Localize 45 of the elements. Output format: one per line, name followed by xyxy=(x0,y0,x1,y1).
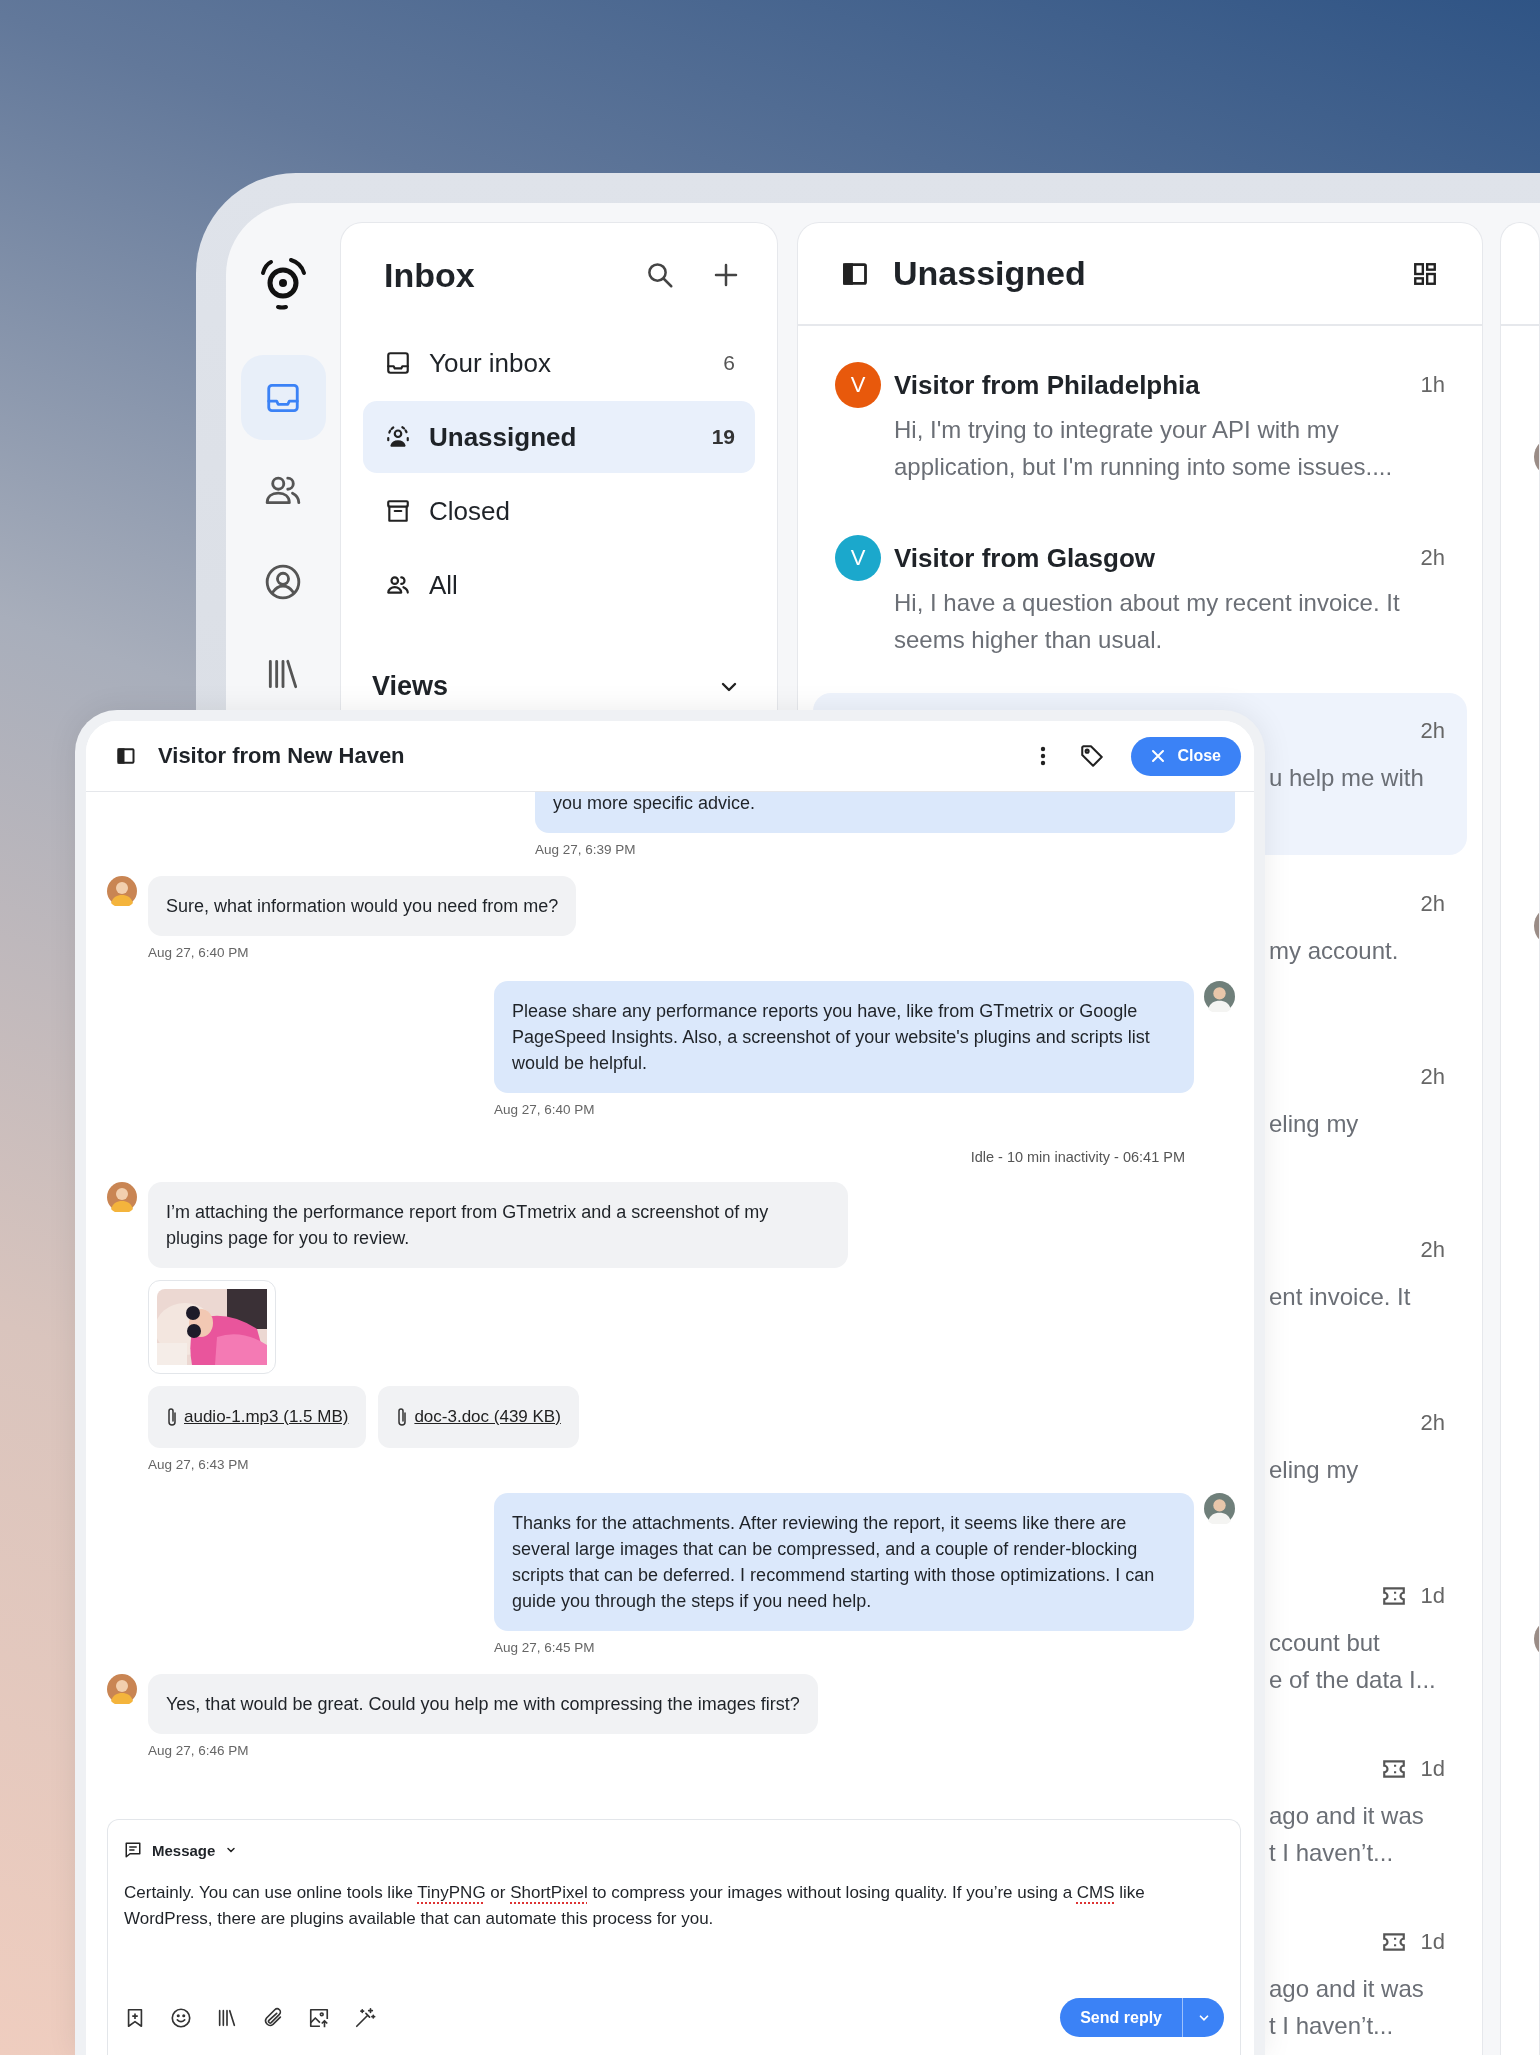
time-label: 2h xyxy=(1420,1237,1445,1263)
time-label: 2h xyxy=(1420,545,1445,571)
message-preview: t I haven’t... xyxy=(1269,2011,1395,2041)
timestamp: Aug 27, 6:46 PM xyxy=(148,1742,249,1760)
timestamp: Aug 27, 6:40 PM xyxy=(148,944,249,962)
message-bubble: Thanks for the attachments. After reviewing the report, it seems like there are several large images that can be compressed, and a couple of render-blocking scripts that can be deferred. I recommend starting with those optimizations. I can guide you through the steps if you need help. xyxy=(494,1493,1194,1631)
message-preview: Hi, I have a question about my recent invoice. It seems higher than usual. xyxy=(894,588,1401,655)
message-preview: ccount but xyxy=(1269,1628,1381,1658)
time-label: 1d xyxy=(1420,1756,1445,1782)
message-preview: ent invoice. It xyxy=(1269,1282,1412,1312)
panel-title: Unassigned xyxy=(893,254,1087,293)
timestamp: Aug 27, 6:43 PM xyxy=(148,1456,249,1474)
panel-title: Inbox xyxy=(384,255,476,295)
message-bubble: I’m attaching the performance report from GTmetrix and a screenshot of my plugins page for you to review. xyxy=(148,1182,848,1268)
message-preview: my account. xyxy=(1269,936,1400,966)
time-label: 2h xyxy=(1420,718,1445,744)
timestamp: Aug 27, 6:40 PM xyxy=(494,1101,595,1119)
timestamp: Aug 27, 6:39 PM xyxy=(535,841,636,859)
contact-name: Visitor from Glasgow xyxy=(894,542,1156,574)
status-note: Idle - 10 min inactivity - 06:41 PM xyxy=(970,1149,1185,1165)
message-preview: eling my xyxy=(1269,1455,1360,1485)
avatar: V xyxy=(835,535,881,581)
time-label: 1d xyxy=(1420,1583,1445,1609)
avatar: V xyxy=(835,362,881,408)
time-label: 1h xyxy=(1420,372,1445,398)
message-preview: ago and it was xyxy=(1269,1974,1425,2004)
count-label: 19 xyxy=(711,425,735,449)
time-label: 2h xyxy=(1420,1064,1445,1090)
message-bubble: Yes, that would be great. Could you help me with compressing the images first? xyxy=(148,1674,818,1734)
message-preview: u help me with xyxy=(1269,763,1425,793)
chat-title: Visitor from New Haven xyxy=(158,743,406,769)
message-bubble: Sure, what information would you need from me? xyxy=(148,876,577,936)
message-preview: e of the data I... xyxy=(1269,1665,1437,1695)
time-label: 2h xyxy=(1420,891,1445,917)
timestamp: Aug 27, 6:45 PM xyxy=(494,1639,595,1657)
message-bubble: you more specific advice. xyxy=(535,792,1235,833)
message-preview: t I haven’t... xyxy=(1269,1838,1395,1868)
time-label: 1d xyxy=(1420,1929,1445,1955)
message-bubble: Please share any performance reports you have, like from GTmetrix or Google PageSpeed Insights. Also, a screenshot of your website's plugins and scripts list would be helpful. xyxy=(494,981,1194,1093)
count-label: 6 xyxy=(723,351,735,375)
message-preview: ago and it was xyxy=(1269,1801,1425,1831)
contact-name: Visitor from Philadelphia xyxy=(894,369,1201,401)
message-preview: eling my xyxy=(1269,1109,1360,1139)
time-label: 2h xyxy=(1420,1410,1445,1436)
message-preview: Hi, I'm trying to integrate your API with my application, but I'm running into some issues.... xyxy=(894,415,1394,482)
